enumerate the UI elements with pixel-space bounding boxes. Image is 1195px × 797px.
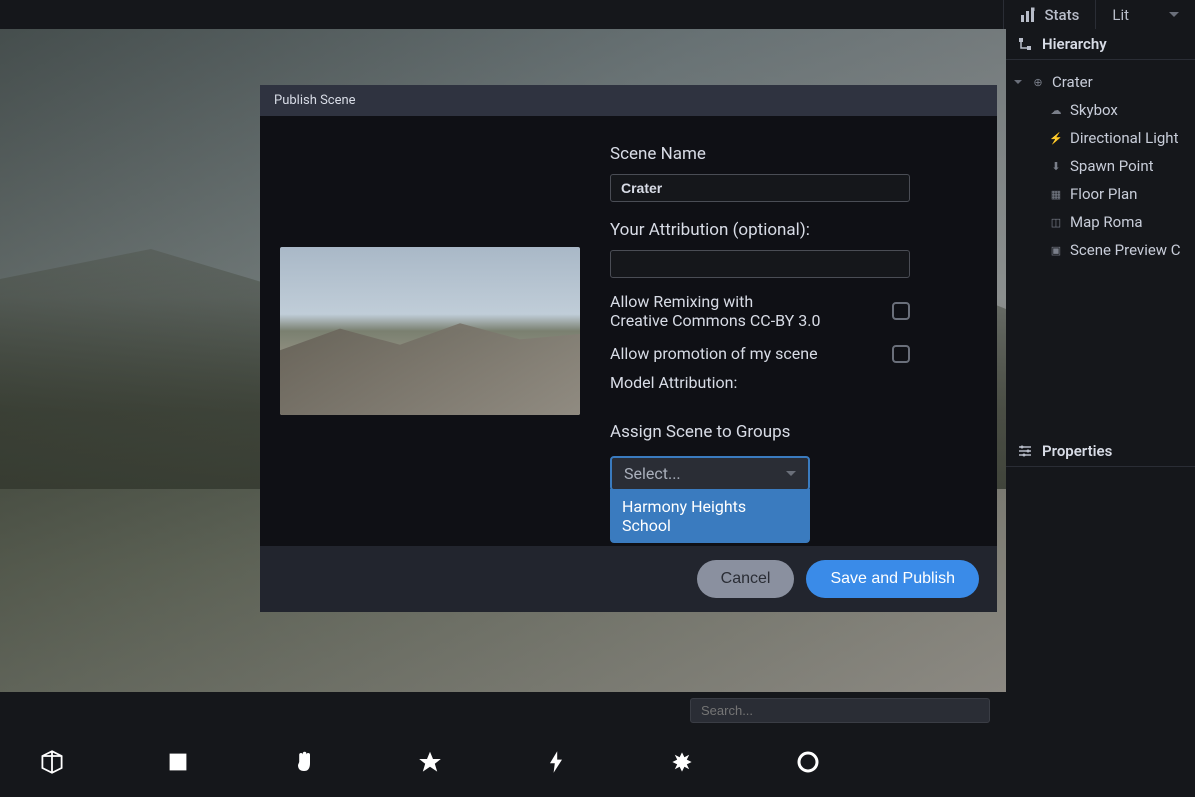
hierarchy-header: Hierarchy xyxy=(1006,29,1195,60)
spawn-icon: ⬇ xyxy=(1050,160,1062,172)
hierarchy-item-light[interactable]: ⚡ Directional Light xyxy=(1006,124,1195,152)
asset-bolt-icon[interactable] xyxy=(532,738,580,786)
promotion-label: Allow promotion of my scene xyxy=(610,344,818,363)
hierarchy-icon xyxy=(1018,37,1032,51)
asset-burst-icon[interactable] xyxy=(658,738,706,786)
sliders-icon xyxy=(1018,444,1032,458)
properties-header: Properties xyxy=(1006,436,1195,467)
render-mode-label: Lit xyxy=(1112,6,1129,24)
remix-label-line2: Creative Commons CC-BY 3.0 xyxy=(610,311,820,330)
stats-label: Stats xyxy=(1044,6,1079,24)
asset-icons-row xyxy=(0,728,1006,796)
scene-preview-image xyxy=(280,247,580,415)
model-attribution-label: Model Attribution: xyxy=(610,373,977,392)
hierarchy-item-map[interactable]: ◫ Map Roma xyxy=(1006,208,1195,236)
tree-toggle-icon[interactable] xyxy=(1014,80,1022,84)
properties-title: Properties xyxy=(1042,442,1112,460)
asset-hand-icon[interactable] xyxy=(280,738,328,786)
asset-panel xyxy=(0,692,1006,797)
scene-name-input[interactable] xyxy=(610,174,910,202)
stats-button[interactable]: Stats xyxy=(1003,0,1095,29)
search-input[interactable] xyxy=(690,698,990,723)
hierarchy-item-label: Floor Plan xyxy=(1070,185,1137,203)
modal-titlebar: Publish Scene xyxy=(260,85,997,116)
groups-dropdown: Harmony Heights School xyxy=(610,489,810,543)
promotion-checkbox[interactable] xyxy=(892,345,910,363)
hierarchy-item-skybox[interactable]: ☁ Skybox xyxy=(1006,96,1195,124)
chevron-down-icon xyxy=(1169,12,1179,17)
floor-icon: ▦ xyxy=(1050,188,1062,200)
globe-icon: ⊕ xyxy=(1032,76,1044,88)
modal-title: Publish Scene xyxy=(274,93,356,108)
hierarchy-item-camera[interactable]: ▣ Scene Preview C xyxy=(1006,236,1195,264)
remix-label-line1: Allow Remixing with xyxy=(610,292,820,311)
modal-body: Scene Name Your Attribution (optional): … xyxy=(260,116,997,546)
top-bar: Stats Lit xyxy=(0,0,1195,29)
properties-section: Properties xyxy=(1006,436,1195,467)
stats-icon xyxy=(1020,7,1036,23)
asset-star-icon[interactable] xyxy=(406,738,454,786)
modal-preview xyxy=(280,136,580,526)
modal-footer: Cancel Save and Publish xyxy=(260,546,997,612)
hierarchy-item-spawn[interactable]: ⬇ Spawn Point xyxy=(1006,152,1195,180)
cancel-button[interactable]: Cancel xyxy=(697,560,795,598)
publish-modal: Publish Scene Scene Name Your Attributio… xyxy=(260,85,997,612)
asset-search-row xyxy=(0,692,1006,728)
hierarchy-item-label: Scene Preview C xyxy=(1070,241,1181,259)
bolt-icon: ⚡ xyxy=(1050,132,1062,144)
groups-option[interactable]: Harmony Heights School xyxy=(610,489,810,543)
groups-select[interactable]: Select... Harmony Heights School xyxy=(610,456,810,491)
hierarchy-list: ⊕ Crater ☁ Skybox ⚡ Directional Light ⬇ … xyxy=(1006,60,1195,436)
asset-square-icon[interactable] xyxy=(154,738,202,786)
hierarchy-item-floor[interactable]: ▦ Floor Plan xyxy=(1006,180,1195,208)
remix-row: Allow Remixing with Creative Commons CC-… xyxy=(610,292,910,330)
asset-crescent-icon[interactable] xyxy=(910,738,958,786)
hierarchy-root-label: Crater xyxy=(1052,73,1093,91)
modal-form: Scene Name Your Attribution (optional): … xyxy=(610,136,977,526)
camera-icon: ▣ xyxy=(1050,244,1062,256)
asset-circle-icon[interactable] xyxy=(784,738,832,786)
remix-checkbox[interactable] xyxy=(892,302,910,320)
hierarchy-root-item[interactable]: ⊕ Crater xyxy=(1006,68,1195,96)
render-mode-dropdown[interactable]: Lit xyxy=(1095,0,1195,29)
asset-cube-icon[interactable] xyxy=(28,738,76,786)
scene-name-label: Scene Name xyxy=(610,144,977,164)
groups-label: Assign Scene to Groups xyxy=(610,422,977,442)
save-publish-button[interactable]: Save and Publish xyxy=(806,560,979,598)
attribution-label: Your Attribution (optional): xyxy=(610,220,977,240)
cube-icon: ◫ xyxy=(1050,216,1062,228)
hierarchy-title: Hierarchy xyxy=(1042,35,1107,53)
attribution-input[interactable] xyxy=(610,250,910,278)
promotion-row: Allow promotion of my scene xyxy=(610,344,910,363)
right-panel: Hierarchy ⊕ Crater ☁ Skybox ⚡ Directiona… xyxy=(1006,29,1195,797)
hierarchy-item-label: Directional Light xyxy=(1070,129,1178,147)
hierarchy-item-label: Skybox xyxy=(1070,101,1118,119)
hierarchy-item-label: Spawn Point xyxy=(1070,157,1154,175)
chevron-down-icon xyxy=(786,471,796,476)
hierarchy-item-label: Map Roma xyxy=(1070,213,1143,231)
cloud-icon: ☁ xyxy=(1050,104,1062,116)
select-placeholder: Select... xyxy=(624,464,681,483)
